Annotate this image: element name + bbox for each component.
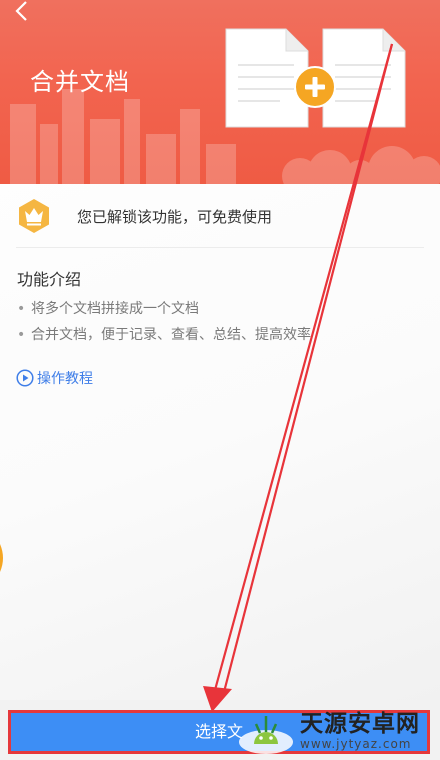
list-item-text: 将多个文档拼接成一个文档 [31, 301, 199, 317]
edge-indicator [0, 544, 3, 572]
plus-circle-icon [294, 66, 336, 108]
bullet: • [17, 301, 26, 317]
android-logo-icon [239, 716, 293, 754]
list-item-text: 合并文档，便于记录、查看、总结、提高效率 [31, 327, 311, 343]
play-circle-icon [16, 369, 34, 387]
feature-list: • 将多个文档拼接成一个文档 • 合并文档，便于记录、查看、总结、提高效率 [17, 298, 311, 350]
header-banner: 合并文档 [0, 0, 440, 184]
watermark-text: 天源安卓网 www.jytyaz.com [300, 711, 420, 751]
chevron-left-icon[interactable] [8, 0, 34, 26]
section-title: 功能介绍 [17, 270, 82, 289]
tutorial-label: 操作教程 [37, 371, 93, 387]
list-item: • 合并文档，便于记录、查看、总结、提高效率 [17, 324, 311, 350]
watermark: 天源安卓网 www.jytyaz.com [238, 705, 438, 757]
watermark-url: www.jytyaz.com [300, 737, 412, 751]
list-item: • 将多个文档拼接成一个文档 [17, 298, 311, 324]
tutorial-link[interactable]: 操作教程 [16, 367, 93, 389]
divider [16, 247, 424, 248]
page-title: 合并文档 [30, 68, 130, 96]
unlock-status-row: 您已解锁该功能，可免费使用 [0, 184, 440, 248]
watermark-name: 天源安卓网 [300, 711, 420, 737]
unlock-message: 您已解锁该功能，可免费使用 [77, 208, 273, 226]
bullet: • [17, 327, 26, 343]
crown-icon [19, 199, 49, 233]
